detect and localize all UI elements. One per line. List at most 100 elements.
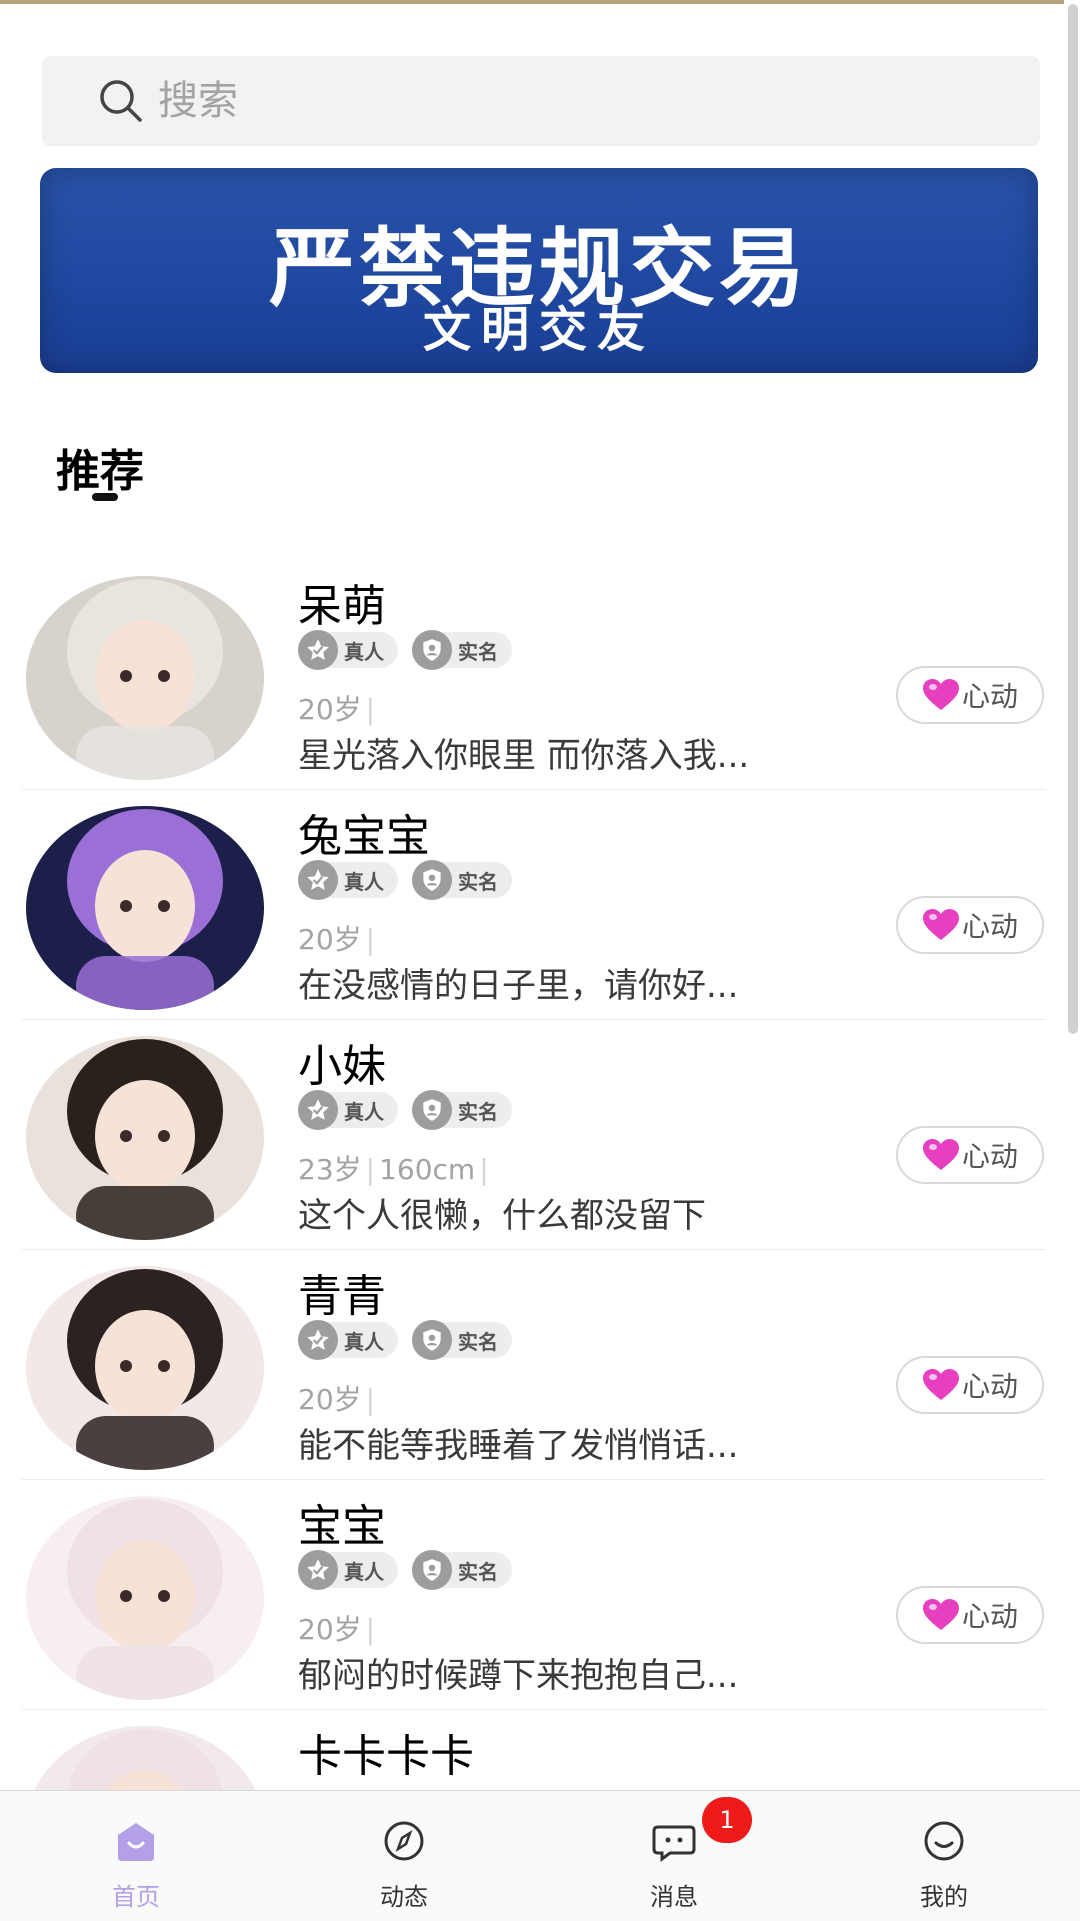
user-meta-item: 20岁 [298,1613,362,1646]
user-meta-item: 160cm [379,1153,476,1186]
shield-icon [412,1550,452,1590]
verified-badge: 实名 [412,630,512,670]
verified-badge: 实名 [412,860,512,900]
real-person-label: 真人 [344,869,384,894]
user-row[interactable]: 卡卡卡卡 [0,1710,1064,1790]
user-meta-item: 20岁 [298,1383,362,1416]
unread-count-badge: 1 [702,1797,752,1843]
star-icon [298,630,338,670]
section-tab-indicator [92,493,118,501]
star-icon [298,1550,338,1590]
user-meta: 23岁 | 160cm | [298,1148,493,1188]
avatar[interactable] [26,1496,264,1700]
user-meta-item: 20岁 [298,693,362,726]
star-icon [298,860,338,900]
user-meta: 20岁 | [298,918,379,958]
user-badges: 真人 实名 [298,1090,512,1132]
user-row[interactable]: 兔宝宝真人 实名 20岁 | 在没感情的日子里，请你好... 心动 [0,790,1064,1020]
like-button[interactable]: 心动 [896,1126,1044,1184]
verified-badge: 实名 [412,1320,512,1360]
tab-compass[interactable]: 动态 [304,1791,504,1921]
verified-label: 实名 [458,1099,498,1124]
tab-label: 动态 [380,1883,428,1911]
verified-label: 实名 [458,639,498,664]
search-icon [100,80,142,122]
user-row[interactable]: 宝宝真人 实名 20岁 | 郁闷的时候蹲下来抱抱自己... 心动 [0,1480,1064,1710]
star-icon [298,1090,338,1130]
user-name: 呆萌 [298,581,386,632]
real-person-badge: 真人 [298,1550,398,1590]
user-meta: 20岁 | [298,1608,379,1648]
user-row[interactable]: 青青真人 实名 20岁 | 能不能等我睡着了发悄悄话... 心动 [0,1250,1064,1480]
user-name: 卡卡卡卡 [298,1731,474,1782]
banner-subtitle: 文明交友 [422,302,655,358]
meta-separator: | [365,1383,376,1416]
like-button[interactable]: 心动 [896,1356,1044,1414]
verified-label: 实名 [458,1329,498,1354]
heart-icon [922,1599,959,1630]
user-meta: 20岁 | [298,688,379,728]
home-icon [114,1819,158,1863]
heart-icon [922,1369,959,1400]
user-bio: 在没感情的日子里，请你好... [298,966,739,1006]
real-person-label: 真人 [344,1329,384,1354]
user-badges: 真人 实名 [298,630,512,672]
shield-icon [412,1090,452,1130]
tab-label: 消息 [650,1883,698,1911]
real-person-badge: 真人 [298,1090,398,1130]
user-name: 小妹 [298,1041,386,1092]
tab-message[interactable]: 消息 1 [574,1791,774,1921]
user-bio: 星光落入你眼里 而你落入我... [298,736,750,776]
avatar[interactable] [26,1036,264,1240]
scrollbar[interactable] [1064,0,1080,1920]
meta-separator: | [365,1613,376,1646]
user-row[interactable]: 呆萌真人 实名 20岁 | 星光落入你眼里 而你落入我... 心动 [0,560,1064,790]
avatar[interactable] [26,806,264,1010]
bottom-tab-bar: 首页 动态 消息 1 我的 [0,1790,1080,1921]
user-name: 青青 [298,1271,386,1322]
notice-banner[interactable]: 严禁违规交易 文明交友 [40,168,1038,373]
user-name: 兔宝宝 [298,811,430,862]
verified-label: 实名 [458,1559,498,1584]
like-button[interactable]: 心动 [896,1586,1044,1644]
real-person-badge: 真人 [298,860,398,900]
user-row[interactable]: 小妹真人 实名 23岁 | 160cm | 这个人很懒，什么都没留下 心动 [0,1020,1064,1250]
user-bio: 郁闷的时候蹲下来抱抱自己... [298,1656,739,1696]
shield-icon [412,860,452,900]
tab-home[interactable]: 首页 [36,1791,236,1921]
user-bio: 这个人很懒，什么都没留下 [298,1196,706,1236]
user-name: 宝宝 [298,1501,386,1552]
star-icon [298,1320,338,1360]
heart-icon [922,1139,959,1170]
avatar[interactable] [26,1726,264,1790]
section-title[interactable]: 推荐 [56,435,144,499]
verified-label: 实名 [458,869,498,894]
user-meta-item: 23岁 [298,1153,362,1186]
user-badges: 真人 实名 [298,860,512,902]
real-person-label: 真人 [344,639,384,664]
meta-separator: | [365,1153,376,1186]
real-person-label: 真人 [344,1559,384,1584]
avatar[interactable] [26,576,264,780]
meta-separator: | [365,923,376,956]
avatar[interactable] [26,1266,264,1470]
like-label: 心动 [961,680,1018,713]
search-placeholder: 搜索 [158,78,238,124]
top-accent-bar [0,0,1080,4]
tab-label: 首页 [112,1883,160,1911]
user-bio: 能不能等我睡着了发悄悄话... [298,1426,739,1466]
search-bar[interactable]: 搜索 [42,56,1040,146]
user-meta-item: 20岁 [298,923,362,956]
user-list[interactable]: 呆萌 真人 实名 20岁 | 星光落入你眼里 而你落入我... 心动 兔宝宝 真人 实名 20岁 | 在… [0,560,1064,1790]
like-label: 心动 [961,1370,1018,1403]
like-button[interactable]: 心动 [896,896,1044,954]
heart-icon [922,679,959,710]
like-label: 心动 [961,1600,1018,1633]
real-person-label: 真人 [344,1099,384,1124]
tab-smile[interactable]: 我的 [844,1791,1044,1921]
shield-icon [412,1320,452,1360]
tab-label: 我的 [920,1883,968,1911]
message-icon [652,1819,696,1863]
scrollbar-thumb[interactable] [1068,4,1078,1034]
like-button[interactable]: 心动 [896,666,1044,724]
